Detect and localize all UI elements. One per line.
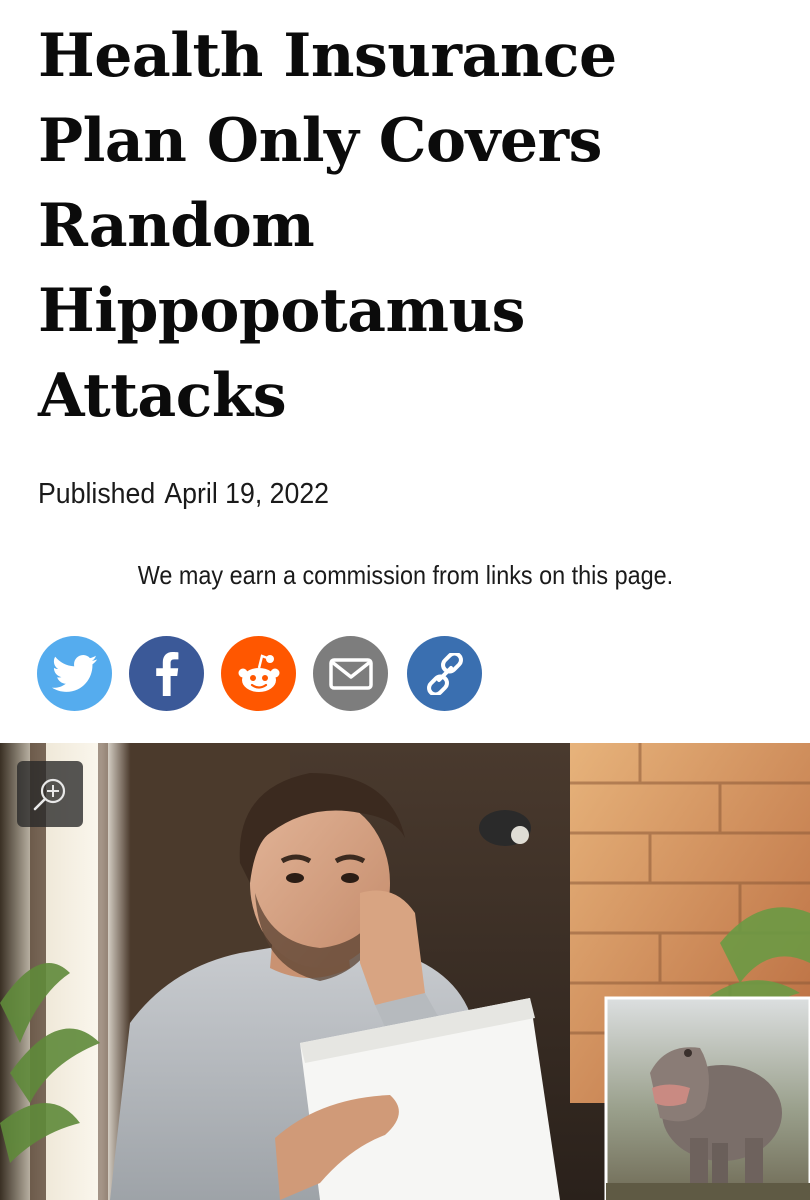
affiliate-disclaimer-text: We may earn a commission from links on t…: [137, 560, 673, 590]
hero-image: [0, 743, 810, 1200]
reddit-alien-icon: [238, 653, 279, 692]
hero-photo-illustration: [0, 743, 810, 1200]
share-reddit-button[interactable]: [221, 636, 296, 711]
published-date: April 19, 2022: [164, 478, 330, 510]
chain-link-icon: [426, 652, 463, 695]
envelope-icon: [328, 657, 373, 690]
share-email-button[interactable]: [313, 636, 388, 711]
published-label: Published: [38, 478, 156, 510]
publish-info: Published April 19, 2022: [38, 478, 329, 511]
share-facebook-button[interactable]: [129, 636, 204, 711]
facebook-f-icon: [155, 651, 178, 696]
share-copy-link-button[interactable]: [407, 636, 482, 711]
image-zoom-button[interactable]: [17, 761, 83, 827]
twitter-bird-icon: [51, 654, 97, 692]
share-twitter-button[interactable]: [37, 636, 112, 711]
affiliate-disclaimer: We may earn a commission from links on t…: [0, 560, 810, 591]
zoom-in-magnifier-icon: [33, 778, 66, 811]
share-bar: [37, 636, 497, 712]
article-headline: Health Insurance Plan Only Covers Random…: [38, 21, 617, 431]
